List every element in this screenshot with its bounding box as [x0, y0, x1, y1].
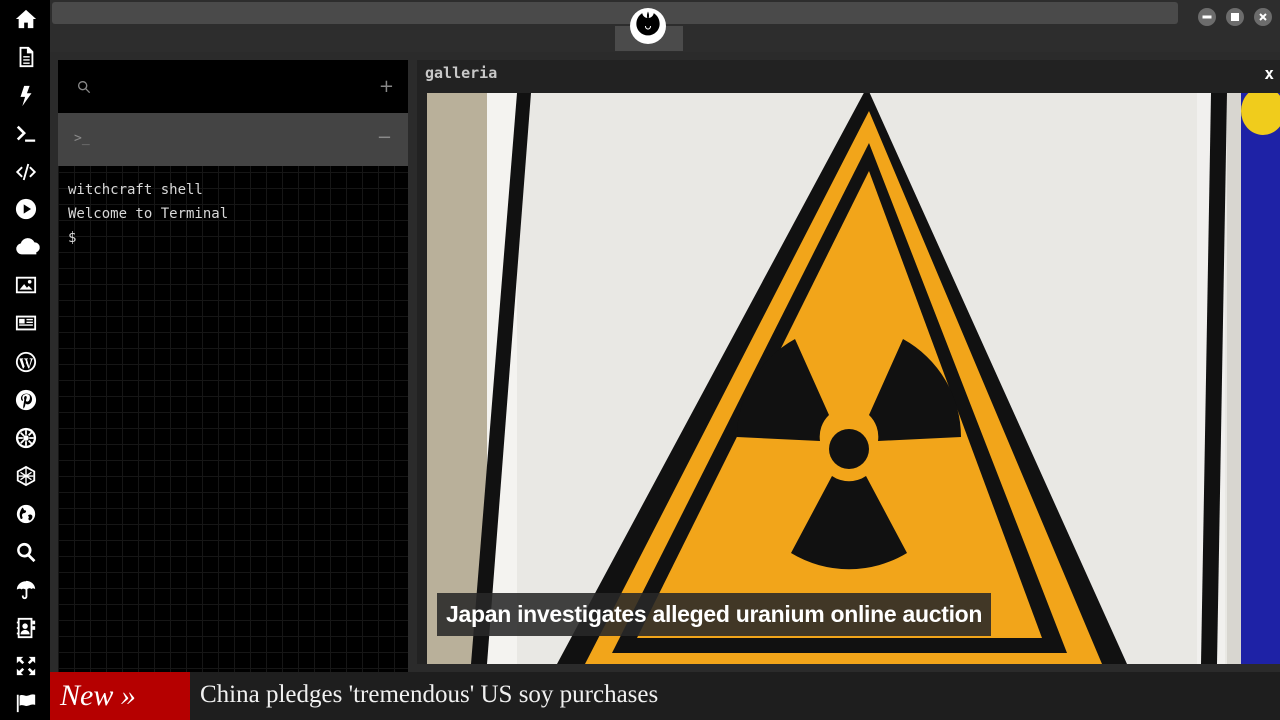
maximize-icon[interactable] [1226, 8, 1244, 26]
terminal-panel: + >_ − witchcraft shell Welcome to Termi… [58, 60, 408, 672]
lightning-icon[interactable] [13, 83, 39, 109]
icon-rail [0, 0, 50, 720]
rebel-alliance-icon[interactable] [630, 8, 666, 44]
image-icon[interactable] [13, 272, 39, 298]
minimize-icon[interactable] [1198, 8, 1216, 26]
ticker-headline[interactable]: China pledges 'tremendous' US soy purcha… [200, 681, 658, 709]
terminal-line: witchcraft shell [68, 182, 203, 198]
terminal-output[interactable]: witchcraft shell Welcome to Terminal $ [68, 178, 228, 250]
search-icon[interactable] [76, 79, 92, 95]
add-terminal-button[interactable]: + [379, 76, 394, 97]
address-bar[interactable] [52, 2, 1178, 24]
flag-icon[interactable] [13, 690, 39, 716]
contact-card-icon[interactable] [13, 615, 39, 641]
umbrella-icon[interactable] [13, 577, 39, 603]
top-bar [50, 0, 1280, 52]
terminal-search-bar[interactable]: + [58, 60, 408, 113]
new-badge: New » [50, 672, 190, 720]
rebel-hex-icon[interactable] [13, 463, 39, 489]
terminal-prompt-icon: >_ [74, 131, 90, 146]
terminal-line: Welcome to Terminal [68, 206, 229, 222]
panel-title: galleria [425, 64, 498, 82]
news-ticker: New » China pledges 'tremendous' US soy … [50, 672, 1280, 720]
code-icon[interactable] [13, 159, 39, 185]
close-panel-button[interactable]: x [1264, 64, 1274, 83]
globe-icon[interactable] [13, 501, 39, 527]
galleria-panel: galleria x Japan investigates alleged ur… [417, 60, 1280, 664]
galactic-republic-icon[interactable] [13, 425, 39, 451]
search-icon[interactable] [13, 539, 39, 565]
radiation-warning-sign-image [427, 93, 1280, 664]
gallery-image[interactable]: Japan investigates alleged uranium onlin… [427, 93, 1280, 664]
terminal-tab[interactable]: >_ − [58, 113, 408, 166]
terminal-icon[interactable] [13, 121, 39, 147]
pinterest-icon[interactable] [13, 387, 39, 413]
home-icon[interactable] [13, 6, 39, 32]
cloud-icon[interactable] [14, 234, 44, 260]
desktop: + >_ − witchcraft shell Welcome to Termi… [0, 0, 1280, 720]
newspaper-icon[interactable] [13, 310, 39, 336]
image-caption[interactable]: Japan investigates alleged uranium onlin… [437, 593, 992, 636]
expand-icon[interactable] [13, 653, 39, 679]
minimize-terminal-button[interactable]: − [377, 127, 392, 148]
document-icon[interactable] [13, 44, 39, 70]
terminal-prompt[interactable]: $ [68, 226, 228, 250]
close-icon[interactable] [1254, 8, 1272, 26]
wordpress-icon[interactable] [13, 349, 39, 375]
play-icon[interactable] [13, 196, 39, 222]
